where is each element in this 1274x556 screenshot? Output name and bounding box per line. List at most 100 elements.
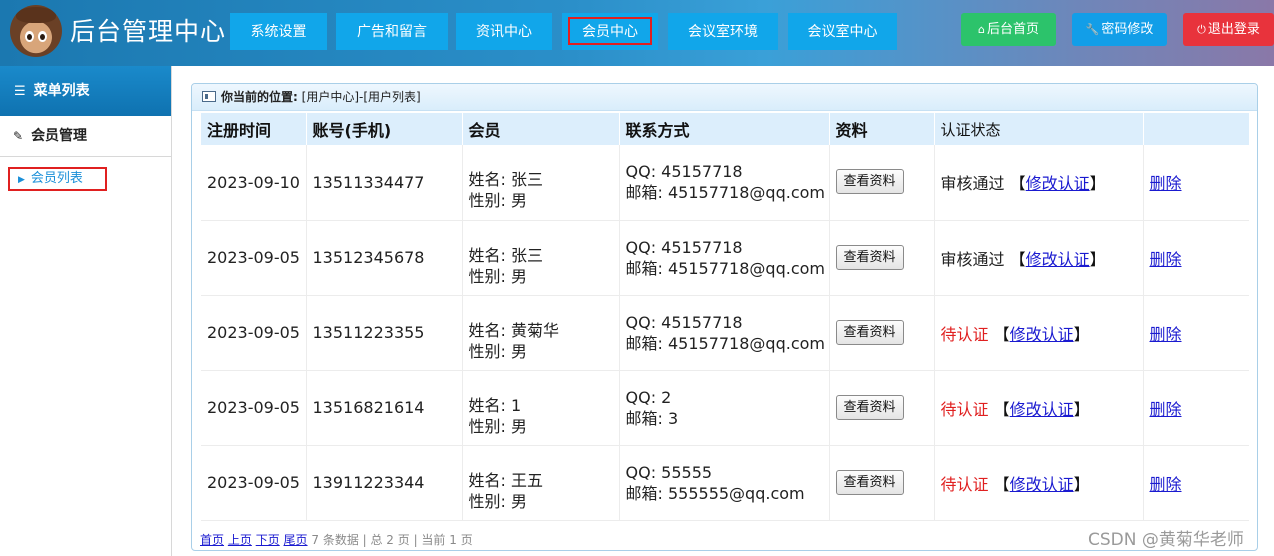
sidebar-header: ☰ 菜单列表: [0, 66, 171, 116]
status-text: 待认证: [940, 474, 989, 494]
member-gender: 性别: 男: [468, 341, 527, 361]
contact-info: QQ: 45157718 邮箱: 45157718@qq.com: [619, 220, 830, 296]
contact-qq: QQ: 45157718: [625, 237, 743, 257]
view-profile-button[interactable]: 查看资料: [835, 169, 904, 195]
contact-email: 邮箱: 555555@qq.com: [625, 483, 805, 503]
action-cell: 删除: [1143, 220, 1249, 296]
modify-verification-link[interactable]: 修改认证: [1026, 174, 1090, 193]
status-text: 待认证: [940, 324, 989, 344]
pager-next-link[interactable]: 下页: [256, 533, 280, 547]
sidebar-item-member-list[interactable]: ▶ 会员列表: [8, 167, 107, 191]
register-date: 2023-09-05: [201, 220, 307, 296]
delete-link[interactable]: 删除: [1150, 475, 1182, 494]
status-cell: 审核通过 【修改认证】: [934, 145, 1144, 221]
home-icon: ⌂: [978, 23, 985, 36]
top-header: 后台管理中心 系统设置 广告和留言 资讯中心 会员中心 会议室环境 会议室中心 …: [0, 0, 1274, 66]
status-cell: 待认证 【修改认证】: [934, 445, 1144, 521]
list-icon: ☰: [14, 84, 26, 99]
pager-last-link[interactable]: 尾页: [284, 533, 308, 547]
caret-right-icon: ▶: [18, 175, 25, 185]
nav-meeting-room-env[interactable]: 会议室环境: [668, 13, 778, 50]
pager-first-link[interactable]: 首页: [200, 533, 224, 547]
nav-meeting-room-center[interactable]: 会议室中心: [788, 13, 897, 50]
delete-link[interactable]: 删除: [1150, 325, 1182, 344]
action-cell: 删除: [1143, 295, 1249, 371]
register-date: 2023-09-05: [201, 445, 307, 521]
breadcrumb: 你当前的位置: [用户中心]-[用户列表]: [192, 84, 1257, 111]
member-name: 姓名: 1: [468, 395, 522, 415]
power-icon: ⏻: [1197, 23, 1206, 36]
col-member: 会员: [462, 113, 620, 145]
modify-verification-link[interactable]: 修改认证: [1026, 250, 1090, 269]
view-profile-button[interactable]: 查看资料: [835, 244, 904, 270]
contact-email: 邮箱: 45157718@qq.com: [625, 183, 826, 203]
member-name: 姓名: 张三: [468, 245, 543, 265]
table-row: 2023-09-05 13516821614 姓名: 1 性别: 男 QQ: 2邮…: [201, 370, 1249, 446]
account-phone: 13516821614: [306, 370, 463, 446]
register-date: 2023-09-05: [201, 295, 307, 371]
profile-cell: 查看资料: [829, 295, 935, 371]
watermark: CSDN @黄菊华老师: [1088, 530, 1244, 550]
change-password-button[interactable]: 🔧 密码修改: [1072, 13, 1167, 46]
member-info: 姓名: 黄菊华 性别: 男: [462, 295, 620, 371]
nav-ads-messages[interactable]: 广告和留言: [336, 13, 448, 50]
contact-info: QQ: 55555 邮箱: 555555@qq.com: [619, 445, 830, 521]
register-date: 2023-09-10: [201, 145, 307, 221]
content-panel: 你当前的位置: [用户中心]-[用户列表] 注册时间 账号(手机) 会员 联系方…: [191, 83, 1258, 551]
sidebar-group-member-management[interactable]: ✎ 会员管理: [0, 116, 171, 157]
pager-prev-link[interactable]: 上页: [228, 533, 252, 547]
nav-member-center[interactable]: 会员中心: [562, 13, 658, 50]
contact-qq: QQ: 55555: [625, 462, 713, 482]
account-phone: 13511334477: [306, 145, 463, 221]
contact-info: QQ: 2 邮箱: 3: [619, 370, 830, 446]
table-row: 2023-09-05 13512345678 姓名: 张三 性别: 男 QQ: 4…: [201, 220, 1249, 296]
account-phone: 13511223355: [306, 295, 463, 371]
status-text: 审核通过: [940, 174, 1005, 194]
contact-qq: QQ: 45157718: [625, 312, 743, 332]
member-info: 姓名: 张三 性别: 男: [462, 145, 620, 221]
account-phone: 13911223344: [306, 445, 463, 521]
profile-cell: 查看资料: [829, 370, 935, 446]
status-cell: 待认证 【修改认证】: [934, 370, 1144, 446]
view-profile-button[interactable]: 查看资料: [835, 469, 904, 495]
contact-info: QQ: 45157718 邮箱: 45157718@qq.com: [619, 295, 830, 371]
member-gender: 性别: 男: [468, 416, 527, 436]
view-profile-button[interactable]: 查看资料: [835, 319, 904, 345]
action-cell: 删除: [1143, 145, 1249, 221]
table-row: 2023-09-05 13911223344 姓名: 王五 性别: 男 QQ: 5…: [201, 445, 1249, 521]
col-register-date: 注册时间: [201, 113, 307, 145]
status-cell: 待认证 【修改认证】: [934, 295, 1144, 371]
modify-verification-link[interactable]: 修改认证: [1010, 400, 1074, 419]
pagination: 首页 上页 下页 尾页 7 条数据 | 总 2 页 | 当前 1 页: [200, 531, 473, 548]
modify-verification-link[interactable]: 修改认证: [1010, 475, 1074, 494]
account-phone: 13512345678: [306, 220, 463, 296]
member-name: 姓名: 张三: [468, 170, 543, 190]
nav-news-center[interactable]: 资讯中心: [456, 13, 552, 50]
delete-link[interactable]: 删除: [1150, 400, 1182, 419]
profile-cell: 查看资料: [829, 145, 935, 221]
contact-qq: QQ: 2: [625, 387, 672, 407]
logout-button[interactable]: ⏻ 退出登录: [1183, 13, 1274, 46]
table-row: 2023-09-05 13511223355 姓名: 黄菊华 性别: 男 QQ: …: [201, 295, 1249, 371]
nav-system-settings[interactable]: 系统设置: [230, 13, 327, 50]
edit-icon: ✎: [13, 129, 24, 143]
wrench-icon: 🔧: [1085, 23, 1100, 36]
contact-email: 邮箱: 45157718@qq.com: [625, 333, 826, 353]
member-info: 姓名: 王五 性别: 男: [462, 445, 620, 521]
status-cell: 审核通过 【修改认证】: [934, 220, 1144, 296]
contact-email: 邮箱: 3: [625, 408, 679, 428]
pager-info: 7 条数据 | 总 2 页 | 当前 1 页: [311, 533, 473, 547]
member-info: 姓名: 张三 性别: 男: [462, 220, 620, 296]
col-actions: [1143, 113, 1249, 145]
delete-link[interactable]: 删除: [1150, 250, 1182, 269]
sidebar: ☰ 菜单列表 ✎ 会员管理 ▶ 会员列表: [0, 66, 172, 556]
col-status: 认证状态: [934, 113, 1144, 145]
view-profile-button[interactable]: 查看资料: [835, 394, 904, 420]
modify-verification-link[interactable]: 修改认证: [1010, 325, 1074, 344]
table-row: 2023-09-10 13511334477 姓名: 张三 性别: 男 QQ: 4…: [201, 145, 1249, 221]
table-header-row: 注册时间 账号(手机) 会员 联系方式 资料 认证状态: [201, 113, 1249, 145]
delete-link[interactable]: 删除: [1150, 174, 1182, 193]
status-text: 审核通过: [940, 249, 1005, 269]
home-button[interactable]: ⌂ 后台首页: [961, 13, 1056, 46]
register-date: 2023-09-05: [201, 370, 307, 446]
